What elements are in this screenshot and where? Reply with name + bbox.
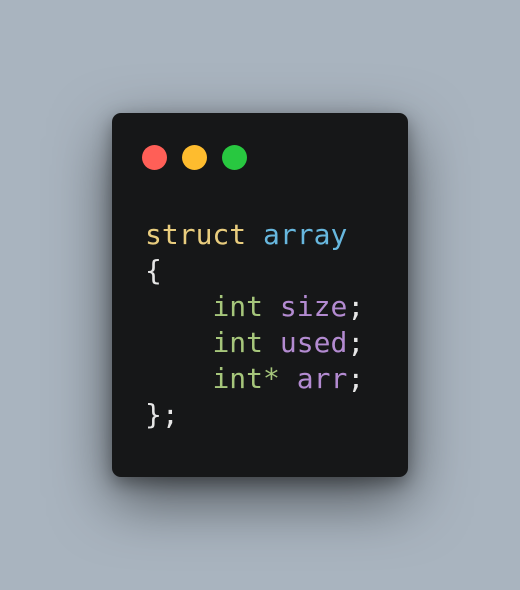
code-token-punctuation xyxy=(280,362,297,395)
code-token-punctuation: { xyxy=(145,254,162,287)
code-line: }; xyxy=(145,397,364,433)
code-block: struct array{ int size; int used; int* a… xyxy=(145,217,364,433)
code-token-type: int xyxy=(212,290,264,323)
code-token-keyword: struct xyxy=(145,218,247,251)
maximize-dot-icon[interactable] xyxy=(222,145,247,170)
window-controls xyxy=(142,145,247,170)
code-token-punctuation: ; xyxy=(347,290,365,323)
minimize-dot-icon[interactable] xyxy=(182,145,207,170)
code-token-punctuation xyxy=(263,326,280,359)
code-token-type-name: array xyxy=(263,218,348,251)
code-token-punctuation: ; xyxy=(347,326,365,359)
code-line: int size; xyxy=(145,289,364,325)
code-token-punctuation xyxy=(145,326,212,359)
code-token-type: int* xyxy=(212,362,280,395)
code-token-punctuation xyxy=(145,362,212,395)
code-line: int* arr; xyxy=(145,361,364,397)
code-token-identifier: size xyxy=(279,290,348,323)
code-token-punctuation xyxy=(145,290,212,323)
close-dot-icon[interactable] xyxy=(142,145,167,170)
code-token-punctuation: ; xyxy=(347,362,365,395)
code-token-punctuation: }; xyxy=(145,398,179,431)
code-line: int used; xyxy=(145,325,364,361)
code-window: struct array{ int size; int used; int* a… xyxy=(112,113,408,477)
code-token-identifier: used xyxy=(279,326,348,359)
code-token-punctuation xyxy=(246,218,263,251)
code-token-punctuation xyxy=(263,290,280,323)
code-token-identifier: arr xyxy=(296,362,348,395)
code-line: struct array xyxy=(145,217,364,253)
code-line: { xyxy=(145,253,364,289)
code-token-type: int xyxy=(212,326,264,359)
